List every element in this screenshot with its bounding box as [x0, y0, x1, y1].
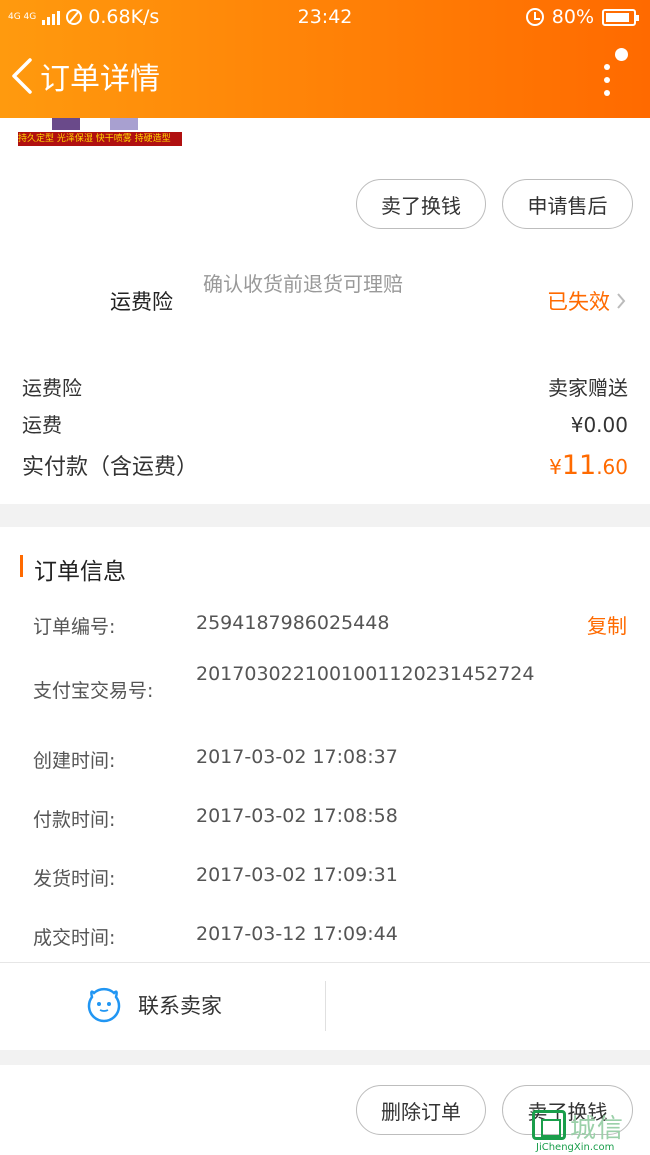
section-accent-bar	[20, 555, 23, 577]
apply-after-sale-button[interactable]: 申请售后	[502, 179, 633, 229]
more-dot-icon	[604, 90, 610, 96]
more-dot-icon	[604, 77, 610, 83]
shipped-time-value: 2017-03-02 17:09:31	[196, 864, 398, 886]
watermark-logo: 城信 JiChengXin.com	[532, 1108, 650, 1155]
created-time-label: 创建时间:	[33, 750, 116, 772]
contact-seller-label: 联系卖家	[138, 994, 222, 1018]
total-integer: 11	[561, 450, 597, 481]
page-title: 订单详情	[40, 62, 160, 97]
chevron-right-icon	[617, 293, 626, 309]
insurance-cost-row: 运费险 卖家赠送	[22, 372, 628, 401]
insurance-cost-label: 运费险	[22, 376, 82, 400]
total-paid-row: 实付款（含运费） ¥11.60	[22, 449, 628, 481]
total-paid-value: ¥11.60	[549, 450, 628, 481]
paid-time-label: 付款时间:	[33, 809, 116, 831]
watermark-url: JiChengXin.com	[536, 1142, 615, 1153]
insurance-status[interactable]: 已失效	[547, 286, 626, 316]
notification-dot-icon	[615, 48, 628, 61]
top-bar: 4G 4G 0.68K/s 23:42 80% 订单详情	[0, 0, 650, 118]
delete-order-button[interactable]: 删除订单	[356, 1085, 486, 1135]
sell-for-cash-button[interactable]: 卖了换钱	[356, 179, 486, 229]
shipping-cost-row: 运费 ¥0.00	[22, 409, 628, 438]
copy-button[interactable]: 复制	[587, 610, 627, 639]
created-time-value: 2017-03-02 17:08:37	[196, 746, 398, 768]
order-number-label: 订单编号:	[33, 616, 116, 638]
total-currency: ¥	[549, 455, 562, 479]
total-decimal: .60	[596, 455, 628, 479]
insurance-description: 确认收货前退货可理赔	[203, 272, 403, 296]
battery-percent: 80%	[551, 6, 594, 28]
header: 订单详情	[0, 40, 650, 114]
shipping-cost-value: ¥0.00	[570, 413, 628, 437]
chevron-left-icon	[12, 58, 32, 94]
status-right: 80%	[525, 6, 639, 28]
shipping-cost-label: 运费	[22, 413, 62, 437]
chat-face-icon	[87, 988, 121, 1023]
insurance-status-text: 已失效	[547, 290, 610, 314]
contact-bar: 联系卖家	[0, 962, 650, 1050]
alipay-trade-value: 2017030221001001120231452724	[196, 663, 535, 685]
battery-icon	[602, 8, 639, 26]
more-menu-button[interactable]	[590, 46, 630, 102]
divider	[325, 981, 326, 1031]
alarm-icon	[525, 8, 544, 26]
order-number-value: 2594187986025448	[196, 612, 390, 634]
product-banner: 持久定型 光泽保湿 快干喷雾 持硬造型	[18, 132, 182, 146]
insurance-label: 运费险	[110, 290, 173, 314]
alipay-trade-label: 支付宝交易号:	[33, 680, 154, 702]
completed-time-label: 成交时间:	[33, 927, 116, 949]
product-thumbnail[interactable]: 持久定型 光泽保湿 快干喷雾 持硬造型	[18, 118, 182, 148]
order-info-title: 订单信息	[34, 559, 126, 585]
contact-seller-button[interactable]: 联系卖家	[86, 987, 222, 1023]
more-dot-icon	[604, 64, 610, 70]
watermark-icon	[532, 1110, 566, 1140]
status-bar: 4G 4G 0.68K/s 23:42 80%	[0, 0, 650, 36]
watermark-text: 城信	[570, 1114, 625, 1144]
paid-time-value: 2017-03-02 17:08:58	[196, 805, 398, 827]
shipped-time-label: 发货时间:	[33, 868, 116, 890]
insurance-cost-value: 卖家赠送	[548, 376, 628, 400]
total-paid-label: 实付款（含运费）	[22, 455, 199, 480]
completed-time-value: 2017-03-12 17:09:44	[196, 923, 398, 945]
product-image	[110, 118, 138, 130]
back-button[interactable]: 订单详情	[8, 50, 188, 102]
product-image	[52, 118, 80, 130]
